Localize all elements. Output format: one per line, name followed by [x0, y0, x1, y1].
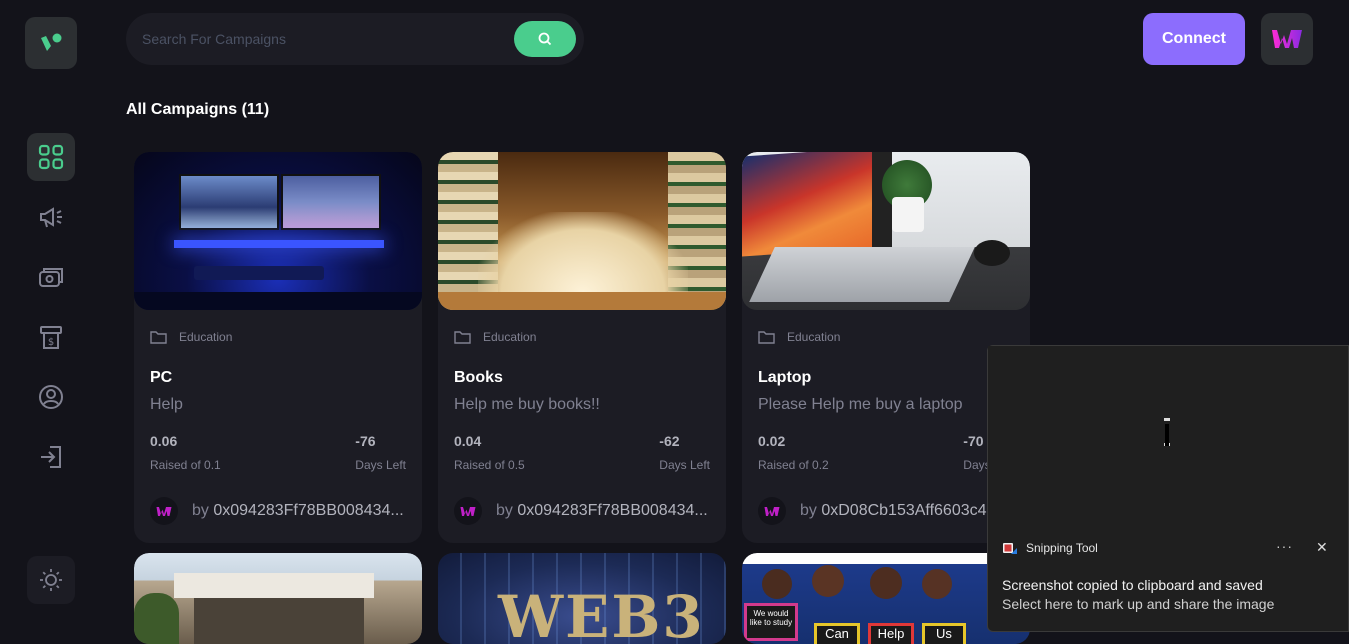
owner-address: by 0xD08Cb153Aff6603c4...	[800, 502, 1000, 519]
campaign-nav-button[interactable]	[27, 193, 75, 241]
campaign-card[interactable]	[134, 553, 422, 644]
profile-avatar-button[interactable]	[1261, 13, 1313, 65]
category-row: Education	[454, 328, 710, 346]
avatar-logo-icon	[1272, 30, 1302, 48]
campaign-image	[134, 553, 422, 644]
campaign-description: Help me buy books!!	[454, 396, 600, 413]
profile-nav-button[interactable]	[27, 373, 75, 421]
sign-us: Us	[922, 623, 966, 644]
web3-text: WEB3	[498, 583, 705, 644]
search-button[interactable]	[514, 21, 576, 57]
raised-amount: 0.06	[150, 433, 178, 449]
owner-address: by 0x094283Ff78BB008434...	[192, 502, 404, 519]
connect-button[interactable]: Connect	[1143, 13, 1245, 65]
app-logo[interactable]	[25, 17, 77, 69]
theme-toggle-button[interactable]	[27, 556, 75, 604]
category-row: Education	[150, 328, 406, 346]
campaign-card[interactable]: Education Books Help me buy books!! 0.04…	[438, 152, 726, 543]
sign-can: Can	[814, 623, 860, 644]
campaign-image	[438, 152, 726, 310]
owner-address: by 0x094283Ff78BB008434...	[496, 502, 708, 519]
days-left-label: Days Left	[355, 458, 406, 472]
category-label: Education	[787, 330, 841, 344]
close-notification-button[interactable]: ✕	[1316, 539, 1328, 556]
dashboard-nav-button[interactable]	[27, 133, 75, 181]
campaign-card[interactable]: WEB3	[438, 553, 726, 644]
withdraw-icon: $	[40, 326, 62, 349]
raised-label: Raised of 0.1	[150, 458, 221, 472]
campaign-image	[742, 152, 1030, 310]
raised-label: Raised of 0.2	[758, 458, 829, 472]
megaphone-icon	[40, 207, 62, 228]
campaign-description: Please Help me buy a laptop	[758, 396, 963, 413]
notification-header: Snipping Tool	[1002, 540, 1098, 556]
days-left-value: -62	[659, 433, 680, 449]
folder-icon	[454, 331, 471, 344]
owner-avatar	[150, 497, 178, 525]
snipping-tool-notification[interactable]: Snipping Tool ··· ✕ Screenshot copied to…	[987, 345, 1349, 632]
search-icon	[538, 32, 552, 46]
campaign-description: Help	[150, 396, 183, 413]
snipping-tool-icon	[1003, 543, 1017, 554]
campaign-title: PC	[150, 369, 173, 386]
notification-app-name: Snipping Tool	[1026, 541, 1098, 555]
payment-nav-button[interactable]	[27, 253, 75, 301]
owner-logo-icon	[764, 506, 780, 516]
grid-icon	[38, 144, 64, 170]
payment-icon	[39, 268, 63, 287]
raised-amount: 0.04	[454, 433, 482, 449]
withdraw-nav-button[interactable]: $	[27, 313, 75, 361]
folder-icon	[758, 331, 775, 344]
logo-icon	[41, 33, 62, 51]
raised-label: Raised of 0.5	[454, 458, 525, 472]
search-bar	[126, 13, 584, 65]
campaign-title: Laptop	[758, 369, 812, 386]
days-left-value: -76	[355, 433, 376, 449]
sun-icon	[40, 569, 62, 591]
notification-submessage: Select here to mark up and share the ima…	[1002, 596, 1275, 612]
owner-logo-icon	[460, 506, 476, 516]
section-title: All Campaigns (11)	[126, 101, 270, 118]
category-row: Education	[758, 328, 1014, 346]
sign-study: We would like to study	[744, 603, 798, 641]
logout-icon	[41, 446, 61, 468]
owner-avatar	[454, 497, 482, 525]
notification-message: Screenshot copied to clipboard and saved	[1002, 577, 1263, 593]
campaign-image	[134, 152, 422, 310]
sign-help: Help	[868, 623, 914, 644]
more-options-button[interactable]: ···	[1276, 538, 1293, 554]
category-label: Education	[483, 330, 537, 344]
folder-icon	[150, 331, 167, 344]
days-left-label: Days Left	[659, 458, 710, 472]
screenshot-preview[interactable]	[988, 346, 1348, 529]
campaign-card[interactable]: Education PC Help 0.06 Raised of 0.1 -76 D…	[134, 152, 422, 543]
raised-amount: 0.02	[758, 433, 786, 449]
svg-text:$: $	[48, 337, 54, 348]
owner-avatar	[758, 497, 786, 525]
category-label: Education	[179, 330, 233, 344]
owner-logo-icon	[156, 506, 172, 516]
campaign-title: Books	[454, 369, 503, 386]
logout-nav-button[interactable]	[27, 433, 75, 481]
user-icon	[39, 385, 63, 409]
campaign-image: WEB3	[438, 553, 726, 644]
